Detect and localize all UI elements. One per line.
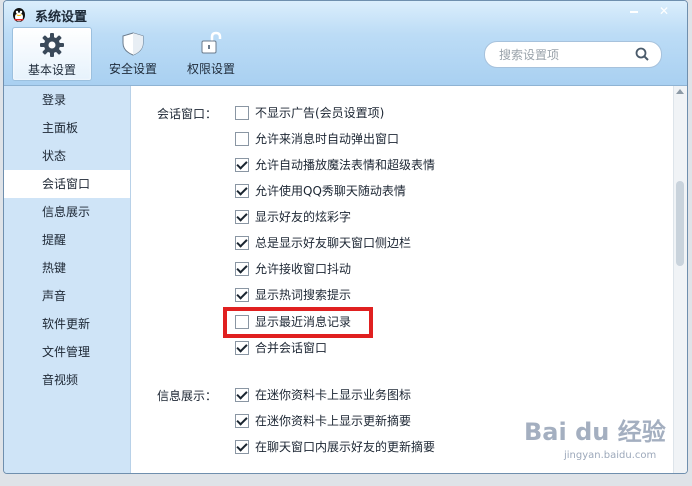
section-label-chat-window: 会话窗口： [157,107,218,121]
sidebar-item-login[interactable]: 登录 [4,86,130,114]
gear-icon [40,33,64,57]
tab-label: 权限设置 [186,62,235,76]
checkbox[interactable] [235,235,249,250]
watermark: Bai du 经验 jingyan.baidu.com [524,412,674,470]
close-button[interactable]: ✕ [657,5,671,17]
shield-icon [122,32,144,56]
scroll-thumb[interactable] [676,181,684,266]
sidebar-item-audio-video[interactable]: 音视频 [4,366,130,394]
lock-icon [201,31,222,54]
scroll-up-arrow-icon[interactable] [676,89,684,94]
checkbox[interactable] [235,183,249,198]
option-business-icons[interactable]: 在迷你资料卡上显示业务图标 [235,385,411,405]
option-auto-popup[interactable]: 允许来消息时自动弹出窗口 [235,129,399,149]
checkbox[interactable] [235,105,249,120]
checkbox[interactable] [235,209,249,224]
checkbox[interactable] [235,287,249,302]
option-qqshow-emoticons[interactable]: 允许使用QQ秀聊天随动表情 [235,181,406,201]
watermark-url: jingyan.baidu.com [564,450,657,461]
sidebar-item-hotkey[interactable]: 热键 [4,254,130,282]
option-show-sidebar[interactable]: 总是显示好友聊天窗口侧边栏 [235,233,411,253]
sidebar: 登录 主面板 状态 会话窗口 信息展示 提醒 热键 声音 软件更新 文件管理 音… [4,86,131,473]
search-input[interactable] [497,45,631,65]
tab-security-settings[interactable]: 安全设置 [94,27,172,79]
option-autoplay-emoticons[interactable]: 允许自动播放魔法表情和超级表情 [235,155,435,175]
option-no-ads[interactable]: 不显示广告(会员设置项) [235,103,384,123]
tab-permission-settings[interactable]: 权限设置 [172,27,250,79]
option-window-shake[interactable]: 允许接收窗口抖动 [235,259,351,279]
minimize-button[interactable] [627,5,641,17]
checkbox[interactable] [235,131,249,146]
qq-penguin-icon [13,8,25,22]
settings-window: 系统设置 ✕ 基本设置 安全设置 权限设置 搜索设置项 登录 主面板 状态 会话… [3,0,688,474]
option-update-summary[interactable]: 在迷你资料卡上显示更新摘要 [235,411,411,431]
search-icon[interactable] [635,47,649,61]
tab-label: 安全设置 [108,62,157,76]
checkbox[interactable] [235,340,249,355]
search-box[interactable] [484,41,662,68]
vertical-scrollbar[interactable] [673,86,687,473]
option-chat-update-summary[interactable]: 在聊天窗口内展示好友的更新摘要 [235,437,435,457]
watermark-logo: Bai du 经验 [524,418,666,446]
checkbox[interactable] [235,439,249,454]
checkbox[interactable] [235,413,249,428]
tab-label: 基本设置 [27,63,76,77]
sidebar-item-info-display[interactable]: 信息展示 [4,198,130,226]
checkbox[interactable] [235,261,249,276]
option-colorful-text[interactable]: 显示好友的炫彩字 [235,207,351,227]
highlight-box [223,307,373,338]
sidebar-item-reminder[interactable]: 提醒 [4,226,130,254]
tab-basic-settings[interactable]: 基本设置 [12,27,92,81]
sidebar-item-software-update[interactable]: 软件更新 [4,310,130,338]
sidebar-item-chat-window[interactable]: 会话窗口 [4,170,130,198]
toolbar: 系统设置 ✕ 基本设置 安全设置 权限设置 搜索设置项 [4,1,687,86]
sidebar-item-file-management[interactable]: 文件管理 [4,338,130,366]
checkbox[interactable] [235,387,249,402]
window-title: 系统设置 [35,10,88,25]
sidebar-item-sound[interactable]: 声音 [4,282,130,310]
option-hotword-hint[interactable]: 显示热词搜索提示 [235,285,351,305]
sidebar-item-status[interactable]: 状态 [4,142,130,170]
section-label-info-display: 信息展示： [157,389,218,403]
checkbox[interactable] [235,157,249,172]
option-merge-windows[interactable]: 合并会话窗口 [235,338,327,358]
sidebar-item-main-panel[interactable]: 主面板 [4,114,130,142]
